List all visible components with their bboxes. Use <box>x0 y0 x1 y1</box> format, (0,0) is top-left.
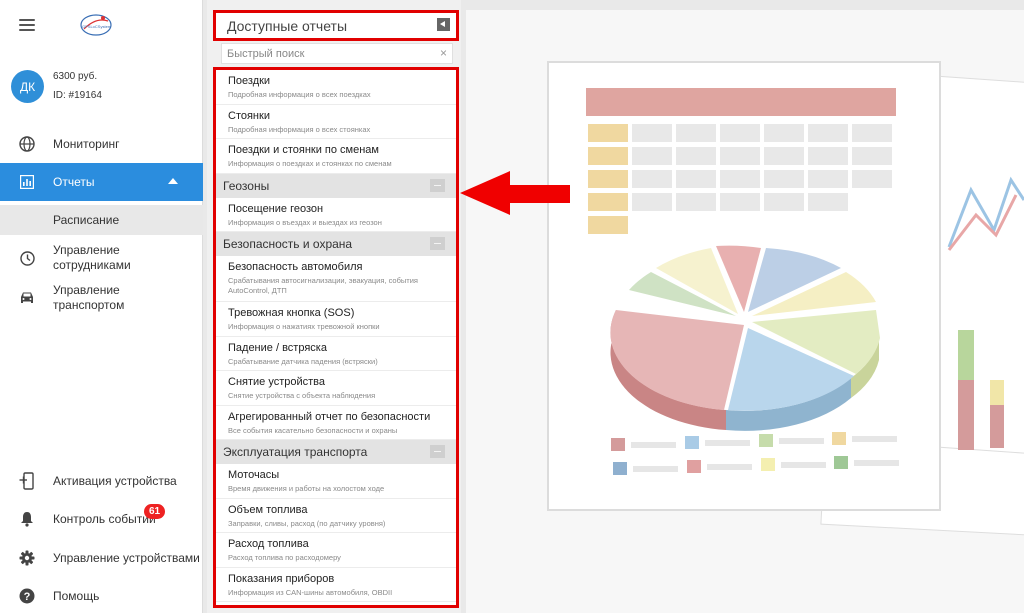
menu-icon[interactable] <box>19 19 35 31</box>
report-description: Информация из CAN-шины автомобиля, OBDII <box>228 587 393 597</box>
report-title: Падение / встряска <box>228 341 327 354</box>
report-item-aggregated-security[interactable]: Агрегированный отчет по безопасности Все… <box>216 406 456 440</box>
report-item-shifts[interactable]: Поездки и стоянки по сменам Информация о… <box>216 139 456 174</box>
report-title: Поездки и стоянки по сменам <box>228 144 379 156</box>
group-header-geozones[interactable]: Геозоны <box>216 173 456 198</box>
report-description: Заправки, сливы, расход (по датчику уров… <box>228 518 386 528</box>
report-description: Срабатывание датчика падения (встряски) <box>228 356 378 366</box>
events-count-badge: 61 <box>144 504 165 519</box>
balance: 6300 руб. <box>53 71 98 82</box>
nav-devices-label: Управление устройствами <box>53 550 200 565</box>
nav-schedule[interactable]: Расписание <box>0 205 203 235</box>
bar-chart-icon <box>18 173 36 191</box>
nav-activation-label: Активация устройства <box>53 473 177 488</box>
car-icon <box>18 289 36 307</box>
report-item-fuel-consumption[interactable]: Расход топлива Расход топлива по расходо… <box>216 533 456 568</box>
caret-up-icon <box>168 178 178 184</box>
report-title: Расход топлива <box>228 538 309 550</box>
nav-schedule-label: Расписание <box>53 212 120 227</box>
nav-monitoring-label: Мониторинг <box>53 136 120 151</box>
nav-staff-label: Управление сотрудниками <box>53 243 131 272</box>
clock-icon <box>18 249 36 267</box>
panel-title: Доступные отчеты <box>227 18 348 34</box>
nav-events[interactable]: Контроль событий <box>0 507 203 531</box>
report-item-geozone-visits[interactable]: Посещение геозон Информация о въездах и … <box>216 198 456 232</box>
report-description: Информация о нажатиях тревожной кнопки <box>228 322 380 331</box>
logo-text: GPSLoCSystem <box>82 24 112 29</box>
report-description: Подробная информация о всех поездках <box>228 90 371 99</box>
group-header-operation[interactable]: Эксплуатация транспорта <box>216 440 456 464</box>
collapse-group-icon[interactable] <box>430 178 445 192</box>
avatar[interactable]: ДК <box>11 70 44 103</box>
globe-icon <box>18 135 36 153</box>
report-item-fall[interactable]: Падение / встряска Срабатывание датчика … <box>216 337 456 371</box>
report-title: Тревожная кнопка (SOS) <box>228 307 355 319</box>
report-description: Снятие устройства с объекта наблюдения <box>228 391 376 400</box>
report-title: Безопасность автомобиля <box>228 261 363 273</box>
report-description: Время движения и работы на холостом ходе <box>228 484 385 493</box>
nav-help-label: Помощь <box>53 588 100 603</box>
report-item-instruments[interactable]: Показания приборов Информация из CAN-шин… <box>216 568 456 602</box>
report-title: Поездки <box>228 75 271 87</box>
report-item-sos[interactable]: Тревожная кнопка (SOS) Информация о нажа… <box>216 302 456 337</box>
report-item-device-removal[interactable]: Снятие устройства Снятие устройства с об… <box>216 371 456 406</box>
svg-text:?: ? <box>24 591 31 603</box>
nav-reports[interactable]: Отчеты <box>0 163 203 201</box>
report-list: Поездки Подробная информация о всех поез… <box>213 67 459 608</box>
report-item-car-security[interactable]: Безопасность автомобиля Срабатывания авт… <box>216 256 456 302</box>
reports-panel: Доступные отчеты × Поездки Подробная инф… <box>207 0 461 613</box>
pointer-arrow <box>460 171 570 215</box>
nav-devices[interactable]: Управление устройствами <box>0 546 203 570</box>
search-input[interactable] <box>222 44 422 64</box>
report-item-engine-hours[interactable]: Моточасы Время движения и работы на холо… <box>216 464 456 499</box>
group-title: Эксплуатация транспорта <box>223 445 368 459</box>
report-title: Моточасы <box>228 469 280 481</box>
report-description: Информация о поездках и стоянках по смен… <box>228 159 392 168</box>
nav-transport-label: Управление транспортом <box>53 283 125 312</box>
report-item-stops[interactable]: Стоянки Подробная информация о всех стоя… <box>216 105 456 139</box>
report-title: Агрегированный отчет по безопасности <box>228 410 431 423</box>
group-title: Геозоны <box>223 178 270 193</box>
group-header-security[interactable]: Безопасность и охрана <box>216 232 456 256</box>
report-item-fuel-volume[interactable]: Объем топлива Заправки, сливы, расход (п… <box>216 499 456 533</box>
gear-icon <box>18 549 36 567</box>
add-device-icon <box>18 472 36 490</box>
report-description: Все события касательно безопасности и ох… <box>228 425 398 435</box>
quick-search: × <box>221 43 453 64</box>
report-item-trips[interactable]: Поездки Подробная информация о всех поез… <box>216 70 456 105</box>
nav-activation[interactable]: Активация устройства <box>0 469 203 493</box>
group-title: Безопасность и охрана <box>223 237 353 251</box>
help-icon: ? <box>18 587 36 605</box>
report-description: Информация о въездах и выездах из геозон <box>228 217 382 227</box>
report-title: Снятие устройства <box>228 376 326 388</box>
reports-panel-header: Доступные отчеты <box>213 10 459 41</box>
nav-transport[interactable]: Управление транспортом <box>0 281 203 315</box>
user-id: ID: #19164 <box>53 90 102 101</box>
report-title: Стоянки <box>228 109 270 122</box>
nav-events-label: Контроль событий <box>53 511 156 526</box>
reports-illustration <box>547 61 1024 537</box>
bell-icon <box>18 510 36 528</box>
report-title: Объем топлива <box>228 503 308 516</box>
nav-help[interactable]: ? Помощь <box>0 584 203 608</box>
collapse-panel-icon[interactable] <box>437 18 450 31</box>
report-title: Показания приборов <box>228 572 335 585</box>
report-description: Срабатывания автосигнализации, эвакуация… <box>228 276 418 295</box>
sidebar: GPSLoCSystem ДК 6300 руб. ID: #19164 Мон… <box>0 0 203 613</box>
clear-search-icon[interactable]: × <box>440 46 447 60</box>
nav-staff[interactable]: Управление сотрудниками <box>0 241 203 275</box>
report-description: Расход топлива по расходомеру <box>228 553 341 562</box>
report-title: Посещение геозон <box>228 202 324 215</box>
main-content <box>466 10 1024 613</box>
collapse-group-icon[interactable] <box>430 445 445 458</box>
nav-reports-label: Отчеты <box>53 174 95 189</box>
report-description: Подробная информация о всех стоянках <box>228 124 371 134</box>
logo[interactable]: GPSLoCSystem <box>78 13 114 39</box>
collapse-group-icon[interactable] <box>430 237 445 250</box>
nav-monitoring[interactable]: Мониторинг <box>0 133 203 155</box>
